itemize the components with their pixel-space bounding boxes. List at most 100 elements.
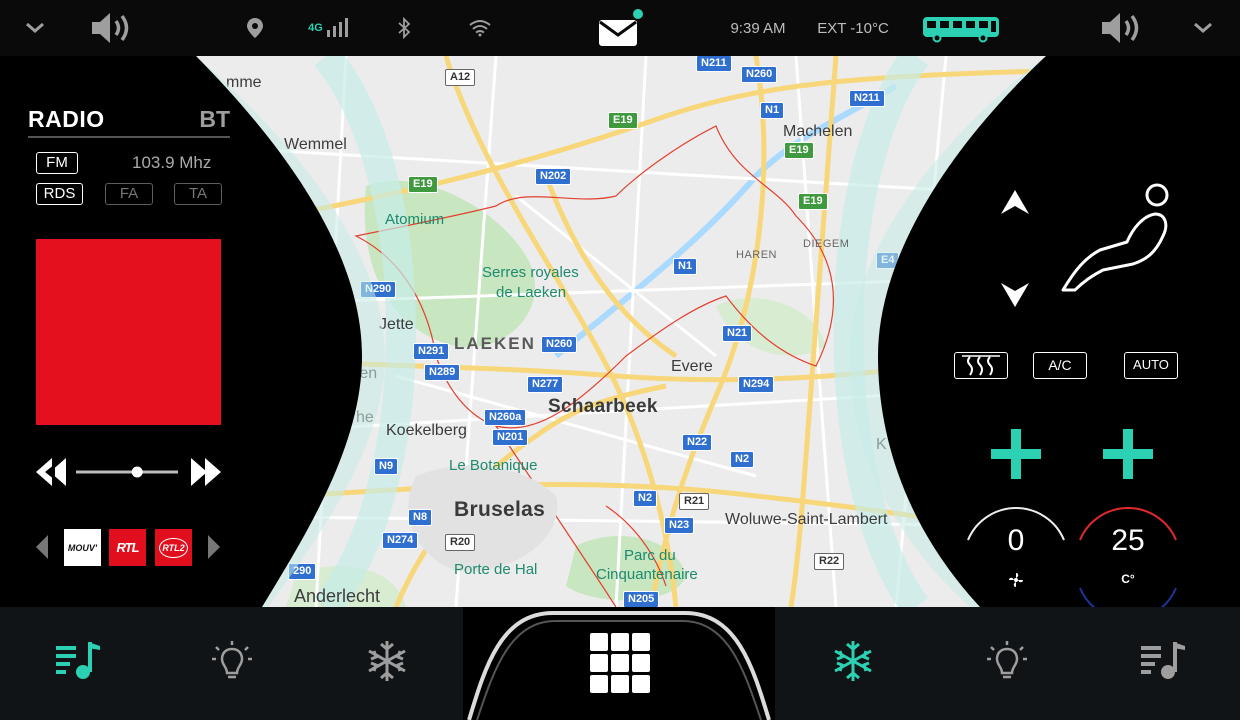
- station-logo-rtl[interactable]: RTL: [109, 529, 146, 566]
- road-badge: 290: [288, 563, 317, 580]
- bluetooth-icon[interactable]: [394, 0, 414, 56]
- frequency-display: 103.9 Mhz: [132, 153, 212, 172]
- map-label: Wemmel: [284, 136, 347, 153]
- road-badge: N260a: [484, 409, 527, 426]
- road-badge: R20: [445, 534, 476, 551]
- map-label: Le Botanique: [449, 457, 538, 474]
- temperature-increase-icon[interactable]: [1101, 427, 1155, 481]
- music-icon[interactable]: [48, 631, 108, 691]
- seek-controls: [36, 455, 226, 489]
- ta-button[interactable]: TA: [174, 183, 222, 205]
- road-badge: R21: [679, 493, 710, 510]
- station-logo-rtl2[interactable]: RTL2: [155, 529, 192, 566]
- map-label: DIEGEM: [803, 238, 850, 250]
- radio-header: RADIO BT: [28, 104, 230, 138]
- fast-forward-icon[interactable]: [191, 458, 221, 486]
- rewind-icon[interactable]: [36, 458, 69, 486]
- fan-speed-value: 0: [1007, 524, 1025, 557]
- road-badge: N274: [382, 532, 419, 549]
- chevron-right-icon[interactable]: [206, 534, 222, 560]
- map-label: Cinquantenaire: [596, 566, 698, 583]
- station-logo-mouv[interactable]: MOUV': [64, 529, 101, 566]
- road-badge: N294: [738, 376, 775, 393]
- road-badge: N2: [730, 451, 755, 468]
- seat-icon[interactable]: [1055, 180, 1175, 296]
- bluetooth-tab[interactable]: BT: [199, 106, 230, 133]
- road-badge: N205: [623, 591, 660, 607]
- rear-defrost-button[interactable]: [954, 352, 1008, 379]
- road-badge: R22: [814, 553, 845, 570]
- location-pin-icon: [243, 0, 267, 56]
- road-badge: N260: [541, 336, 578, 353]
- map-label: Machelen: [783, 123, 853, 140]
- radio-tab[interactable]: RADIO: [28, 106, 105, 133]
- road-badge: N277: [527, 376, 564, 393]
- light-bulb-icon[interactable]: [202, 631, 262, 691]
- road-badge: N23: [664, 517, 695, 534]
- map-label: LAEKEN: [454, 334, 536, 353]
- fa-button[interactable]: FA: [105, 183, 153, 205]
- light-bulb-icon[interactable]: [977, 631, 1037, 691]
- map-label: ren: [354, 365, 378, 382]
- road-badge: N21: [722, 325, 753, 342]
- road-badge: N211: [696, 56, 732, 72]
- map-label: K: [876, 436, 887, 453]
- volume-icon[interactable]: [1096, 0, 1152, 56]
- road-badge: E19: [784, 142, 814, 159]
- rear-defrost-icon: [962, 355, 1000, 376]
- rds-button[interactable]: RDS: [36, 183, 83, 205]
- auto-button[interactable]: AUTO: [1124, 352, 1178, 379]
- road-badge: N9: [374, 458, 399, 475]
- snowflake-icon[interactable]: [357, 631, 417, 691]
- road-badge: N1: [673, 258, 698, 275]
- map-label: HAREN: [736, 249, 778, 261]
- snowflake-icon[interactable]: [823, 631, 883, 691]
- map-label: Parc du: [624, 547, 676, 564]
- navigation-map[interactable]: mme Wemmel Atomium Serres royales de Lae…: [196, 56, 1046, 607]
- map-label: Anderlecht: [294, 586, 381, 606]
- map-label: Woluwe-Saint-Lambert: [725, 511, 888, 528]
- road-badge: N1: [760, 102, 785, 119]
- road-badge: A12: [445, 69, 476, 86]
- seek-thumb[interactable]: [131, 466, 143, 478]
- chevron-down-icon[interactable]: [18, 0, 52, 56]
- road-badge: N8: [408, 509, 433, 526]
- volume-icon[interactable]: [86, 0, 142, 56]
- temperature-dial[interactable]: 25 C°: [1076, 488, 1180, 608]
- status-bar: 4G 9:39 AM EXT -10°C: [0, 0, 1240, 56]
- mail-icon[interactable]: [594, 0, 646, 56]
- fan-speed-dial[interactable]: 0: [964, 488, 1068, 608]
- chevron-down-icon[interactable]: [1186, 0, 1220, 56]
- network-type-label: 4G: [308, 22, 323, 34]
- map-label: Serres royales: [482, 264, 579, 281]
- road-badge: E19: [608, 112, 638, 129]
- road-badge: N289: [424, 364, 461, 381]
- map-label: mme: [226, 74, 262, 91]
- temperature-value: 25: [1111, 524, 1145, 557]
- map-label: Schaarbeek: [548, 396, 658, 417]
- map-label: Koekelberg: [386, 422, 467, 439]
- fan-increase-icon[interactable]: [989, 427, 1043, 481]
- road-badge: E4: [876, 252, 900, 269]
- app-grid-icon[interactable]: [586, 629, 654, 697]
- signal-icon: 4G: [300, 0, 356, 56]
- clock: 9:39 AM: [730, 19, 786, 37]
- music-icon[interactable]: [1133, 631, 1193, 691]
- bus-icon[interactable]: [920, 0, 1002, 56]
- band-fm-button[interactable]: FM: [36, 152, 78, 174]
- station-presets: MOUV' RTL RTL2: [34, 528, 224, 566]
- seat-up-arrow-icon[interactable]: [995, 186, 1035, 222]
- road-badge: N202: [535, 168, 572, 185]
- road-badge: N22: [682, 434, 713, 451]
- wifi-icon[interactable]: [467, 0, 493, 56]
- album-artwork: [36, 239, 221, 425]
- road-badge: N291: [413, 343, 450, 360]
- chevron-left-icon[interactable]: [34, 534, 50, 560]
- fan-icon: [1009, 573, 1023, 587]
- road-badge: N2: [633, 490, 658, 507]
- road-badge: E19: [798, 193, 828, 210]
- road-badge: N201: [492, 429, 529, 446]
- ac-button[interactable]: A/C: [1033, 352, 1087, 379]
- seat-down-arrow-icon[interactable]: [995, 275, 1035, 311]
- road-badge: N290: [360, 281, 397, 298]
